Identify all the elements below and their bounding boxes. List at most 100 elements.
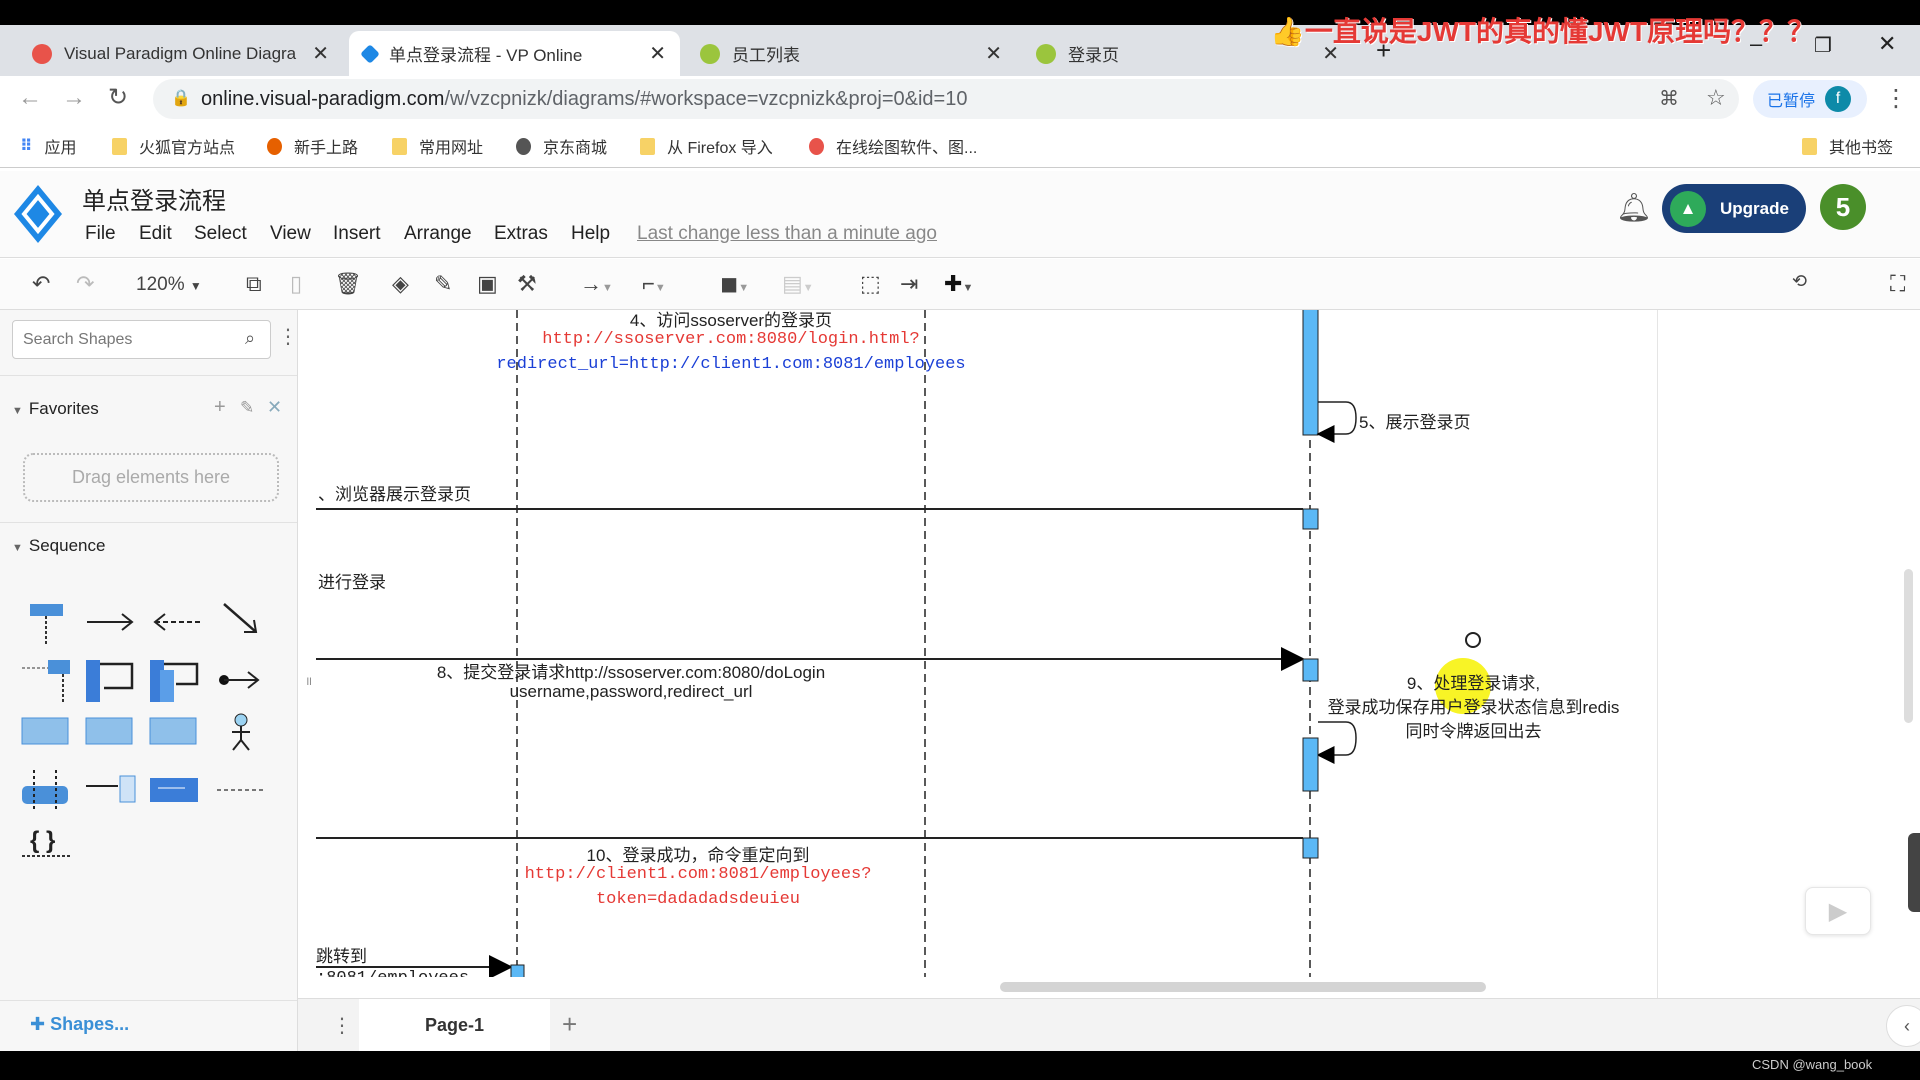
bookmark-item[interactable]: 火狐官方站点 xyxy=(112,134,235,158)
vertical-scrollbar[interactable] xyxy=(1904,569,1913,723)
bookmark-item[interactable]: 常用网址 xyxy=(392,134,483,158)
more-shapes-link[interactable]: ✚ Shapes... xyxy=(30,1014,129,1035)
bookmark-apps[interactable]: ⠿ 应用 xyxy=(20,134,77,158)
sequence-header[interactable]: ▼ Sequence xyxy=(12,536,105,556)
reload-icon[interactable]: ↻ xyxy=(108,83,128,112)
search-icon[interactable]: ⌕ xyxy=(245,328,255,349)
undo-icon[interactable]: ↶ xyxy=(32,271,50,297)
menu-extras[interactable]: Extras xyxy=(494,223,548,245)
paste-icon[interactable]: ▯ xyxy=(290,271,302,297)
message-arrow-icon[interactable] xyxy=(87,613,134,631)
message-4-label[interactable]: 4、访问ssoserver的登录页 xyxy=(616,310,846,331)
horizontal-scrollbar[interactable] xyxy=(1000,982,1486,992)
other-bookmarks[interactable]: 其他书签 xyxy=(1802,134,1893,158)
found-message-icon[interactable] xyxy=(219,671,260,689)
message-11-label[interactable]: 跳转到 xyxy=(316,942,367,967)
forward-icon[interactable]: → xyxy=(62,84,86,112)
browser-tab[interactable]: Visual Paradigm Online Diagra ✕ xyxy=(18,31,343,76)
back-icon[interactable]: ← xyxy=(18,84,42,112)
close-favorites-icon[interactable]: ✕ xyxy=(267,397,282,418)
collapse-panel-chevron-icon[interactable]: ‹ xyxy=(1886,1005,1920,1047)
create-message-icon[interactable] xyxy=(22,660,70,702)
redo-icon[interactable]: ↷ xyxy=(76,271,94,297)
search-shapes-input[interactable]: Search Shapes ⌕ xyxy=(12,320,271,359)
line-color-icon[interactable]: ✎ xyxy=(434,271,452,297)
sidebar-resize-handle[interactable]: ॥ xyxy=(305,672,312,689)
bookmark-item[interactable]: 新手上路 xyxy=(267,134,358,158)
collapse-icon[interactable]: ⟲ xyxy=(1792,271,1807,292)
close-tab-icon[interactable]: ✕ xyxy=(312,41,329,66)
menu-select[interactable]: Select xyxy=(194,223,247,245)
return-arrow-icon[interactable] xyxy=(153,613,200,631)
video-play-icon[interactable]: ▶ xyxy=(1805,887,1871,935)
message-8-params[interactable]: username,password,redirect_url xyxy=(331,682,931,702)
zoom-select[interactable]: 120% ▼ xyxy=(136,274,202,296)
lost-message-icon[interactable] xyxy=(86,775,136,803)
message-8-label[interactable]: 8、提交登录请求http://ssoserver.com:8080/doLogi… xyxy=(331,658,931,683)
message-10-url[interactable]: http://client1.com:8081/employees? xyxy=(448,865,948,884)
shadow-icon[interactable]: ▣ xyxy=(477,271,498,297)
diagram-title[interactable]: 单点登录流程 xyxy=(82,181,226,216)
align-icon[interactable]: ▤▼ xyxy=(782,271,814,297)
format-painter-icon[interactable]: ⚒ xyxy=(517,271,537,297)
favorites-drop-zone[interactable]: Drag elements here xyxy=(23,453,279,502)
menu-view[interactable]: View xyxy=(270,223,311,245)
self-message-icon[interactable] xyxy=(86,660,134,702)
bookmark-item[interactable]: 从 Firefox 导入 xyxy=(640,134,773,158)
bookmark-star-icon[interactable]: ☆ xyxy=(1706,85,1726,111)
add-page-button[interactable]: + xyxy=(562,1009,577,1040)
menu-help[interactable]: Help xyxy=(571,223,610,245)
brace-icon[interactable]: { } xyxy=(22,827,72,857)
diagonal-arrow-icon[interactable] xyxy=(223,603,258,633)
connector-style-icon[interactable]: →▼ xyxy=(580,271,613,297)
bookmark-item[interactable]: 在线绘图软件、图... xyxy=(809,134,977,158)
to-front-icon[interactable]: ◼▼ xyxy=(720,271,749,297)
fullscreen-icon[interactable]: ⛶ xyxy=(1890,271,1905,297)
edit-favorite-icon[interactable]: ✎ xyxy=(240,398,254,418)
browser-menu-icon[interactable]: ⋮ xyxy=(1884,84,1908,113)
insert-plus-icon[interactable]: ✚▼ xyxy=(944,271,973,297)
profile-paused-button[interactable]: 已暂停 f xyxy=(1753,80,1867,118)
message-11-url[interactable]: :8081/employees xyxy=(316,969,469,977)
fit-icon[interactable]: ⇥ xyxy=(900,271,918,297)
favorites-header[interactable]: ▼ Favorites xyxy=(12,399,99,419)
copy-icon[interactable]: ⧉ xyxy=(246,271,262,297)
frame-icon[interactable] xyxy=(149,717,197,745)
lifeline-shape-icon[interactable] xyxy=(30,604,63,645)
bookmark-item[interactable]: 京东商城 xyxy=(516,134,607,158)
actor-icon[interactable] xyxy=(232,713,250,751)
message-4-url[interactable]: http://ssoserver.com:8080/login.html? xyxy=(431,330,1031,349)
last-change-link[interactable]: Last change less than a minute ago xyxy=(637,223,937,245)
user-avatar[interactable]: 5 xyxy=(1820,184,1866,230)
message-5-label[interactable]: 5、展示登录页 xyxy=(1359,408,1470,433)
combined-fragment-icon[interactable] xyxy=(21,717,69,745)
translate-icon[interactable]: ⌘ xyxy=(1659,86,1679,111)
close-tab-icon[interactable]: ✕ xyxy=(985,41,1002,66)
url-bar[interactable]: 🔒 online.visual-paradigm.com/w/vzcpnizk/… xyxy=(153,79,1739,119)
message-9-label[interactable]: 9、处理登录请求, 登录成功保存用户登录状态信息到redis 同时令牌返回出去 xyxy=(1316,672,1631,744)
select-all-icon[interactable]: ⬚ xyxy=(860,271,881,297)
gate-icon[interactable] xyxy=(22,770,68,812)
menu-insert[interactable]: Insert xyxy=(333,223,381,245)
page-menu-icon[interactable]: ⋮ xyxy=(332,1013,352,1038)
page-tab-1[interactable]: Page-1 xyxy=(359,999,550,1051)
interaction-use-icon[interactable] xyxy=(85,717,133,745)
sidebar-more-icon[interactable]: ⋮ xyxy=(278,324,298,349)
add-favorite-icon[interactable]: + xyxy=(214,396,226,419)
message-6-label[interactable]: 、浏览器展示登录页 xyxy=(318,480,471,505)
menu-edit[interactable]: Edit xyxy=(139,223,172,245)
side-drawer-tab[interactable] xyxy=(1908,833,1920,912)
upgrade-button[interactable]: ▲ Upgrade xyxy=(1662,184,1806,233)
message-10-token[interactable]: token=dadadadsdeuieu xyxy=(448,890,948,909)
recursive-message-icon[interactable] xyxy=(150,660,199,702)
message-4-param[interactable]: redirect_url=http://client1.com:8081/emp… xyxy=(431,355,1031,374)
note-icon[interactable] xyxy=(150,778,198,802)
close-tab-icon[interactable]: ✕ xyxy=(649,41,666,66)
fill-color-icon[interactable]: ◈ xyxy=(392,271,409,297)
menu-arrange[interactable]: Arrange xyxy=(404,223,472,245)
message-7-label[interactable]: 进行登录 xyxy=(318,568,386,593)
restore-button[interactable]: ❐ xyxy=(1814,33,1832,58)
menu-file[interactable]: File xyxy=(85,223,116,245)
close-window-button[interactable]: ✕ xyxy=(1878,31,1896,57)
delete-icon[interactable]: 🗑︎ xyxy=(334,271,362,297)
